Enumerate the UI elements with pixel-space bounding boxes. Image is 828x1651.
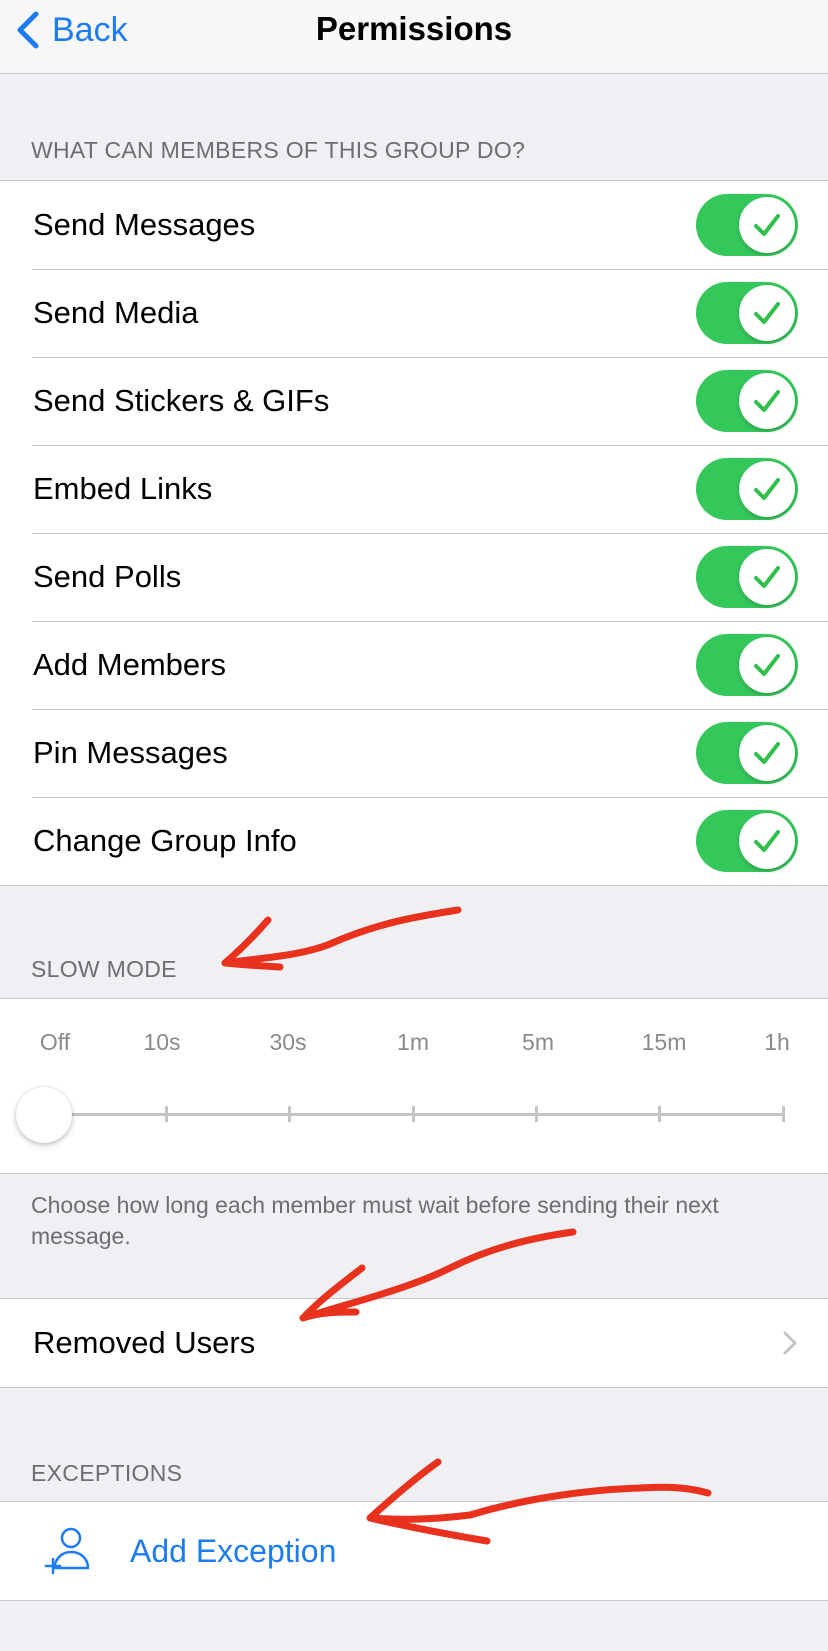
slow-mode-description: Choose how long each member must wait be… bbox=[31, 1192, 719, 1249]
removed-users-label: Removed Users bbox=[33, 1325, 256, 1360]
send-messages-toggle[interactable] bbox=[696, 194, 798, 256]
change-group-info-toggle[interactable] bbox=[696, 810, 798, 872]
toggle-knob bbox=[739, 725, 795, 781]
chevron-right-icon bbox=[783, 1331, 797, 1355]
slider-tick bbox=[658, 1106, 661, 1122]
permission-label: Send Media bbox=[33, 295, 199, 330]
slow-mode-tick-labels: Off 10s 30s 1m 5m 15m 1h bbox=[0, 1029, 828, 1061]
permission-row-pin-messages: Pin Messages bbox=[0, 709, 828, 797]
exceptions-group: Add Exception bbox=[0, 1501, 828, 1601]
toggle-knob bbox=[739, 813, 795, 869]
add-members-toggle[interactable] bbox=[696, 634, 798, 696]
toggle-knob bbox=[739, 549, 795, 605]
checkmark-icon bbox=[754, 742, 780, 764]
permission-row-send-media: Send Media bbox=[0, 269, 828, 357]
tick-label-15m[interactable]: 15m bbox=[642, 1029, 687, 1056]
add-user-icon bbox=[44, 1527, 90, 1575]
annotation-arrow-slow-mode bbox=[221, 906, 462, 971]
permission-row-send-stickers-gifs: Send Stickers & GIFs bbox=[0, 357, 828, 445]
slider-tick bbox=[165, 1106, 168, 1122]
toggle-knob bbox=[739, 197, 795, 253]
tick-label-30s[interactable]: 30s bbox=[269, 1029, 306, 1056]
checkmark-icon bbox=[754, 478, 780, 500]
tick-label-1h[interactable]: 1h bbox=[764, 1029, 790, 1056]
permission-label: Pin Messages bbox=[33, 735, 228, 770]
tick-label-10s[interactable]: 10s bbox=[143, 1029, 180, 1056]
permission-label: Embed Links bbox=[33, 471, 213, 506]
add-exception-button[interactable]: Add Exception bbox=[0, 1502, 828, 1600]
permission-row-send-polls: Send Polls bbox=[0, 533, 828, 621]
toggle-knob bbox=[739, 637, 795, 693]
pin-messages-toggle[interactable] bbox=[696, 722, 798, 784]
send-stickers-gifs-toggle[interactable] bbox=[696, 370, 798, 432]
checkmark-icon bbox=[754, 830, 780, 852]
add-exception-label: Add Exception bbox=[130, 1532, 337, 1569]
permission-label: Send Polls bbox=[33, 559, 182, 594]
tick-label-5m[interactable]: 5m bbox=[522, 1029, 554, 1056]
checkmark-icon bbox=[754, 214, 780, 236]
permission-label: Send Messages bbox=[33, 207, 256, 242]
permission-label: Add Members bbox=[33, 647, 226, 682]
checkmark-icon bbox=[754, 302, 780, 324]
send-media-toggle[interactable] bbox=[696, 282, 798, 344]
tick-label-off[interactable]: Off bbox=[40, 1029, 70, 1056]
checkmark-icon bbox=[754, 390, 780, 412]
permission-label: Change Group Info bbox=[33, 823, 297, 858]
tick-label-1m[interactable]: 1m bbox=[397, 1029, 429, 1056]
permission-row-change-group-info: Change Group Info bbox=[0, 797, 828, 885]
permission-row-embed-links: Embed Links bbox=[0, 445, 828, 533]
send-polls-toggle[interactable] bbox=[696, 546, 798, 608]
checkmark-icon bbox=[754, 566, 780, 588]
removed-users-row[interactable]: Removed Users bbox=[0, 1299, 828, 1387]
toggle-knob bbox=[739, 461, 795, 517]
slider-tick bbox=[782, 1106, 785, 1122]
slow-mode-slider-thumb[interactable] bbox=[16, 1087, 72, 1143]
permission-row-add-members: Add Members bbox=[0, 621, 828, 709]
toggle-knob bbox=[739, 373, 795, 429]
permission-row-send-messages: Send Messages bbox=[0, 181, 828, 269]
slow-mode-slider-panel: Off 10s 30s 1m 5m 15m 1h bbox=[0, 998, 828, 1174]
navigation-bar: Back Permissions bbox=[0, 0, 828, 74]
checkmark-icon bbox=[754, 654, 780, 676]
page-title: Permissions bbox=[315, 10, 513, 47]
toggle-knob bbox=[739, 285, 795, 341]
slider-tick bbox=[535, 1106, 538, 1122]
slider-tick bbox=[288, 1106, 291, 1122]
slow-mode-section-header: SLOW MODE bbox=[31, 956, 177, 982]
embed-links-toggle[interactable] bbox=[696, 458, 798, 520]
permissions-list: Send Messages Send Media Send Stickers &… bbox=[0, 180, 828, 886]
slider-tick bbox=[412, 1106, 415, 1122]
permission-label: Send Stickers & GIFs bbox=[33, 383, 330, 418]
permissions-section-header: WHAT CAN MEMBERS OF THIS GROUP DO? bbox=[31, 137, 526, 163]
exceptions-section-header: EXCEPTIONS bbox=[31, 1460, 183, 1486]
removed-users-group: Removed Users bbox=[0, 1298, 828, 1388]
